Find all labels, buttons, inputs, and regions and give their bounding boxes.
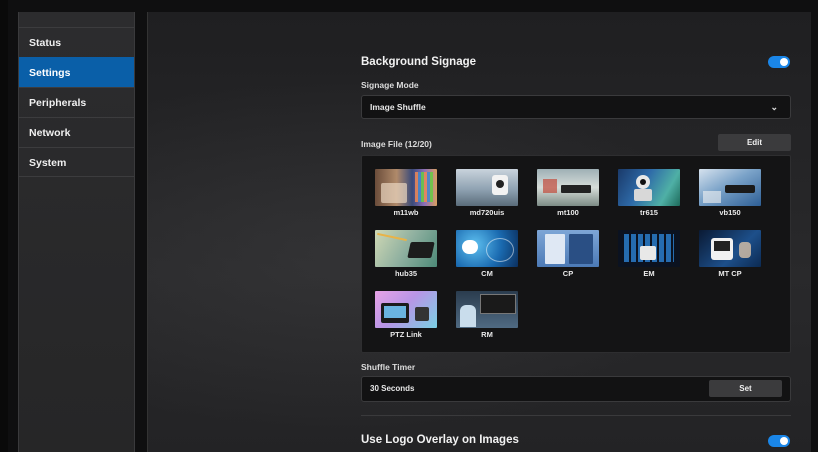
image-thumb-m11wb[interactable]: m11wb — [375, 169, 437, 217]
chevron-down-icon: ⌄ — [770, 102, 778, 112]
image-thumb-rm[interactable]: RM — [456, 291, 518, 339]
sidebar-item-status[interactable]: Status — [19, 27, 134, 57]
divider — [361, 415, 791, 416]
edit-button[interactable]: Edit — [718, 134, 791, 151]
thumbnail-caption: m11wb — [393, 208, 419, 217]
thumbnail-image — [537, 230, 599, 267]
image-thumb-vb150[interactable]: vb150 — [699, 169, 761, 217]
sidebar-item-system[interactable]: System — [19, 147, 134, 177]
thumbnail-caption: hub35 — [394, 269, 418, 278]
image-thumb-mt100[interactable]: mt100 — [537, 169, 599, 217]
shuffle-timer-value: 30 Seconds — [370, 384, 415, 393]
thumbnail-image — [456, 230, 518, 267]
image-gallery: m11wb md720uis mt100 tr615 vb150 hub35 C… — [361, 155, 791, 353]
logo-overlay-toggle[interactable] — [768, 435, 790, 447]
thumbnail-image — [375, 230, 437, 267]
image-file-label: Image File (12/20) — [361, 139, 432, 149]
set-button[interactable]: Set — [709, 380, 782, 397]
thumbnail-caption: RM — [481, 330, 493, 339]
image-thumb-cm[interactable]: CM — [456, 230, 518, 278]
background-signage-toggle[interactable] — [768, 56, 790, 68]
thumbnail-image — [375, 291, 437, 328]
thumbnail-image — [537, 169, 599, 206]
sidebar: Status Settings Peripherals Network Syst… — [18, 12, 135, 452]
signage-mode-label: Signage Mode — [361, 80, 419, 90]
thumbnail-caption: PTZ Link — [390, 330, 422, 339]
thumbnail-image — [456, 291, 518, 328]
thumbnail-caption: CM — [481, 269, 493, 278]
sidebar-item-settings[interactable]: Settings — [19, 57, 134, 87]
image-thumb-cp[interactable]: CP — [537, 230, 599, 278]
thumbnail-caption: vb150 — [719, 208, 741, 217]
signage-mode-select[interactable]: Image Shuffle ⌄ — [361, 95, 791, 119]
image-thumb-md720uis[interactable]: md720uis — [456, 169, 518, 217]
toggle-knob — [780, 437, 788, 445]
sidebar-item-peripherals[interactable]: Peripherals — [19, 87, 134, 117]
thumbnail-image — [618, 230, 680, 267]
thumbnail-caption: md720uis — [469, 208, 505, 217]
thumbnail-caption: EM — [643, 269, 655, 278]
image-thumb-mt-cp[interactable]: MT CP — [699, 230, 761, 278]
thumbnail-image — [618, 169, 680, 206]
thumbnail-caption: tr615 — [640, 208, 658, 217]
shuffle-timer-label: Shuffle Timer — [361, 362, 416, 372]
thumbnail-caption: CP — [562, 269, 574, 278]
window-frame — [0, 0, 8, 452]
settings-panel: Background Signage Signage Mode Image Sh… — [147, 12, 811, 452]
logo-overlay-title: Use Logo Overlay on Images — [361, 434, 519, 446]
background-signage-title: Background Signage — [361, 56, 477, 68]
image-thumb-em[interactable]: EM — [618, 230, 680, 278]
thumbnail-image — [456, 169, 518, 206]
signage-mode-value: Image Shuffle — [370, 102, 426, 112]
thumbnail-image — [375, 169, 437, 206]
image-thumb-tr615[interactable]: tr615 — [618, 169, 680, 217]
thumbnail-caption: MT CP — [718, 269, 742, 278]
thumbnail-image — [699, 169, 761, 206]
sidebar-item-network[interactable]: Network — [19, 117, 134, 147]
image-thumb-hub35[interactable]: hub35 — [375, 230, 437, 278]
toggle-knob — [780, 58, 788, 66]
image-thumb-ptz-link[interactable]: PTZ Link — [375, 291, 437, 339]
thumbnail-caption: mt100 — [557, 208, 579, 217]
thumbnail-image — [699, 230, 761, 267]
